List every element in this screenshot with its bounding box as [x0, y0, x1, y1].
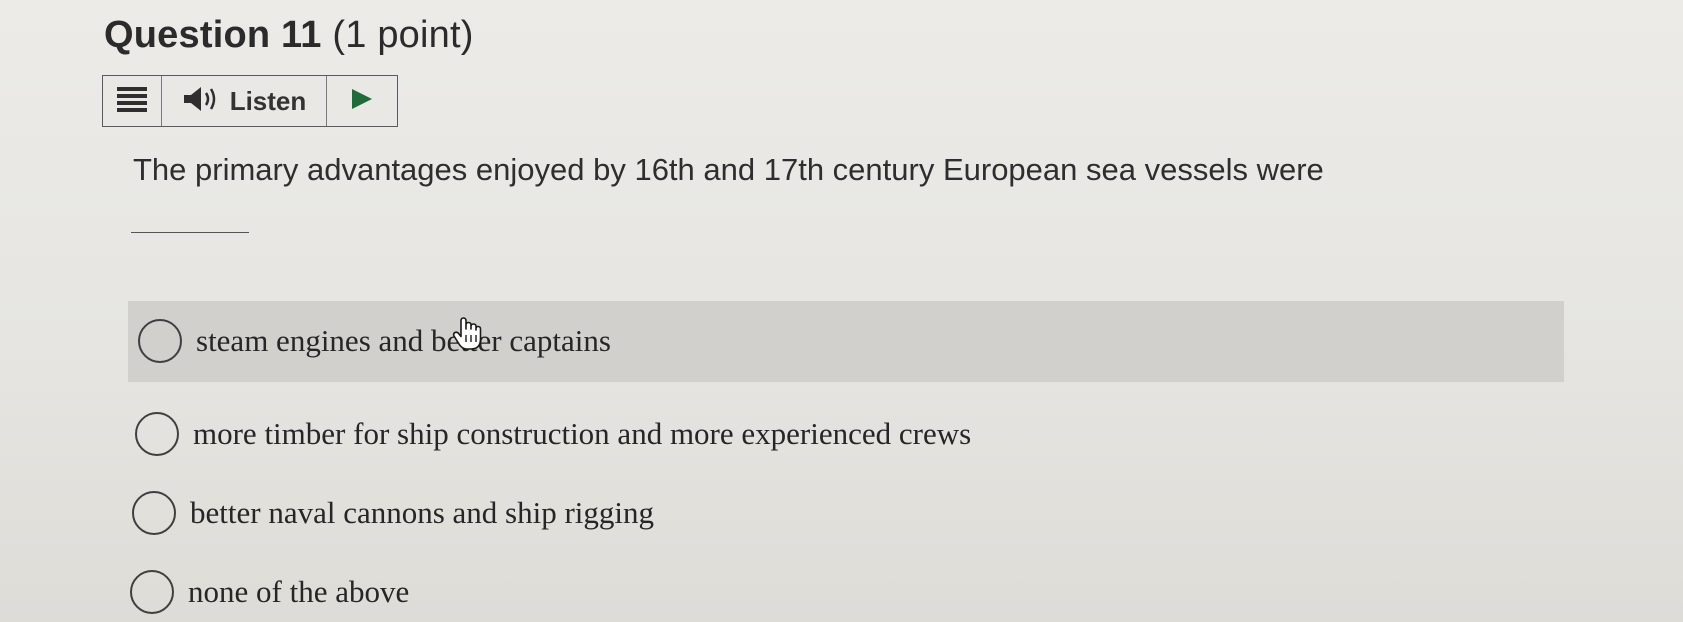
- option-4[interactable]: none of the above: [130, 570, 409, 614]
- answer-blank: [131, 232, 249, 233]
- hand-cursor-icon: [452, 317, 482, 356]
- option-1[interactable]: steam engines and better captains: [138, 319, 611, 363]
- question-number: Question 11: [104, 14, 322, 56]
- option-2[interactable]: more timber for ship construction and mo…: [135, 412, 971, 456]
- radio-button[interactable]: [132, 491, 176, 535]
- option-label: more timber for ship construction and mo…: [193, 416, 972, 451]
- radio-button[interactable]: [138, 319, 182, 363]
- play-icon: [350, 87, 374, 116]
- question-title: Question 11 (1 point): [104, 14, 474, 57]
- hamburger-menu-icon: [117, 86, 147, 117]
- option-3[interactable]: better naval cannons and ship rigging: [132, 491, 654, 535]
- radio-button[interactable]: [130, 570, 174, 614]
- speaker-icon: [182, 85, 220, 118]
- question-points: (1 point): [332, 14, 474, 56]
- question-prompt: The primary advantages enjoyed by 16th a…: [133, 152, 1324, 187]
- listen-button[interactable]: Listen: [162, 76, 327, 126]
- radio-button[interactable]: [135, 412, 179, 456]
- listen-label: Listen: [229, 85, 307, 116]
- option-label: better naval cannons and ship rigging: [190, 495, 655, 530]
- option-label: none of the above: [188, 574, 410, 609]
- option-label: steam engines and better captains: [196, 323, 611, 358]
- play-button[interactable]: [327, 76, 397, 126]
- listen-menu-button[interactable]: [103, 76, 162, 126]
- listen-toolbar: Listen: [102, 75, 398, 127]
